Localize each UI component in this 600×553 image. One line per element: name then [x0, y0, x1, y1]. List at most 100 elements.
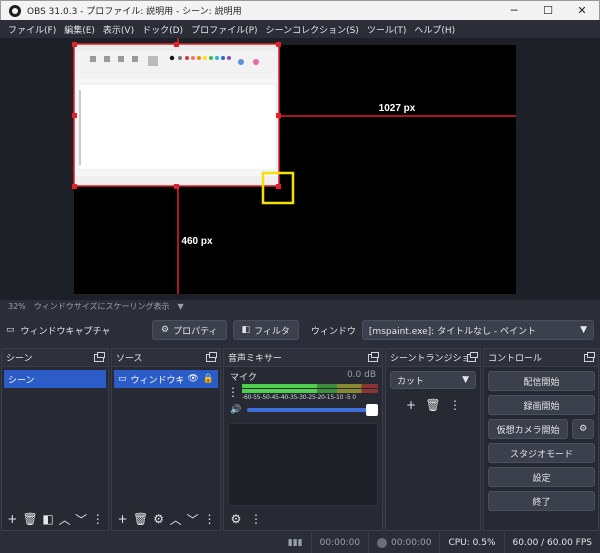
menu-docks[interactable]: ドック(D) [138, 23, 187, 36]
float-dock-icon[interactable] [368, 351, 379, 362]
filters-button[interactable]: ◧ フィルタ [232, 320, 299, 340]
record-time: 00:00:00 [391, 537, 432, 548]
stream-time: 00:00:00 [319, 537, 361, 548]
menu-help[interactable]: ヘルプ(H) [410, 23, 459, 36]
more-icon[interactable]: ⋮ [203, 511, 216, 527]
maximize-button[interactable]: ☐ [531, 1, 565, 21]
mixer-header: 音声ミキサー [224, 349, 382, 367]
channel-name: マイク [230, 373, 257, 383]
float-dock-icon[interactable] [467, 351, 478, 362]
close-button[interactable]: ✕ [565, 1, 599, 21]
scenes-dock: シーン シーン + 🗑 ◧ ︿ ﹀ ⋮ [1, 348, 109, 531]
trash-icon[interactable]: 🗑 [425, 397, 441, 413]
mixer-toolbar: ⚙ ⋮ [224, 508, 382, 530]
status-bar: ▮▮▮ 00:00:00 00:00:00 CPU: 0.5% 60.00 / … [0, 532, 600, 553]
volume-meter: -60-55-50-45-40-35-30-25-20-15-10 -5 0 [242, 384, 378, 401]
chevron-down-icon: ▼ [462, 375, 469, 385]
menu-edit[interactable]: 編集(E) [60, 23, 99, 36]
title-bar: OBS 31.0.3 - プロファイル: 説明用 - シーン: 説明用 ─ ☐ … [0, 0, 600, 20]
obs-logo-icon [9, 4, 21, 17]
chevron-down-icon[interactable]: ﹀ [75, 511, 88, 527]
audio-mixer-dock: 音声ミキサー マイク 0.0 dB ⋮ -60-55-50-45-40-35-3… [223, 348, 383, 531]
float-dock-icon[interactable] [94, 351, 105, 362]
virtual-camera-row: 仮想カメラ開始 ⚙ [488, 419, 594, 439]
window-select[interactable]: [mspaint.exe]: タイトルなし - ペイント ▼ [361, 320, 594, 340]
float-dock-icon[interactable] [206, 351, 217, 362]
volume-slider[interactable] [247, 404, 378, 416]
stream-status: 00:00:00 [310, 532, 368, 553]
controls-dock: コントロール 配信開始 録画開始 仮想カメラ開始 ⚙ スタジオモード 設定 終了 [483, 348, 599, 531]
trash-icon[interactable]: 🗑 [23, 511, 38, 527]
trash-icon[interactable]: 🗑 [133, 511, 148, 527]
chevron-down-icon[interactable]: ▼ [178, 302, 184, 311]
filter-icon: ◧ [241, 325, 251, 335]
chevron-up-icon[interactable]: ︿ [169, 511, 182, 527]
properties-button[interactable]: ⚙ プロパティ [152, 320, 227, 340]
start-streaming-button[interactable]: 配信開始 [488, 371, 595, 391]
more-icon[interactable]: ⋮ [91, 511, 104, 527]
gear-icon: ⚙ [161, 325, 170, 335]
menu-tools[interactable]: ツール(T) [363, 23, 411, 36]
scenes-header: シーン [2, 349, 108, 367]
float-dock-icon[interactable] [584, 351, 595, 362]
selected-source-name: ウィンドウキャプチャ [20, 326, 111, 337]
menu-file[interactable]: ファイル(F) [4, 23, 60, 36]
menu-profile[interactable]: プロファイル(P) [187, 23, 261, 36]
source-name: ウィンドウキャ [130, 375, 184, 386]
window-title: OBS 31.0.3 - プロファイル: 説明用 - シーン: 説明用 [27, 7, 242, 17]
window-capture-icon: ▭ [6, 325, 15, 335]
window-label: ウィンドウ [310, 326, 356, 337]
more-icon[interactable]: ⋮ [248, 511, 264, 527]
selected-source: ▭ ウィンドウキャプチャ [6, 324, 146, 337]
transition-tools: + 🗑 ⋮ [386, 393, 480, 413]
lock-icon[interactable]: 🔒 [203, 374, 214, 384]
window-capture-icon: ▭ [118, 374, 127, 384]
sources-dock: ソース ▭ ウィンドウキャ 👁 🔒 + 🗑 ⚙ ︿ ﹀ ⋮ [111, 348, 221, 531]
menu-scene-collection[interactable]: シーンコレクション(S) [262, 23, 363, 36]
minimize-button[interactable]: ─ [497, 1, 531, 21]
preview-canvas[interactable] [74, 45, 516, 294]
gear-icon: ⚙ [579, 424, 588, 434]
volume-row: 🔊 [224, 401, 382, 419]
zoom-level: 32% [8, 302, 26, 311]
record-icon [377, 537, 388, 548]
chevron-down-icon[interactable]: ﹀ [186, 511, 199, 527]
scale-mode[interactable]: ウィンドウサイズにスケーリング表示 [34, 301, 170, 312]
sources-toolbar: + 🗑 ⚙ ︿ ﹀ ⋮ [112, 508, 220, 530]
record-status: 00:00:00 [368, 532, 439, 553]
menu-bar: ファイル(F) 編集(E) 表示(V) ドック(D) プロファイル(P) シーン… [0, 20, 600, 38]
start-recording-button[interactable]: 録画開始 [488, 395, 595, 415]
scenes-toolbar: + 🗑 ◧ ︿ ﹀ ⋮ [2, 508, 108, 530]
gear-icon[interactable]: ⚙ [152, 511, 165, 527]
more-icon[interactable]: ⋮ [447, 397, 463, 413]
settings-button[interactable]: 設定 [488, 467, 595, 487]
more-icon[interactable]: ⋮ [227, 384, 239, 400]
start-virtual-camera-button[interactable]: 仮想カメラ開始 [488, 419, 569, 439]
volume-slider-knob[interactable] [366, 404, 378, 416]
source-item[interactable]: ▭ ウィンドウキャ 👁 🔒 [114, 370, 218, 388]
add-icon[interactable]: + [116, 511, 129, 527]
channel-db: 0.0 dB [346, 370, 376, 380]
menu-view[interactable]: 表示(V) [99, 23, 138, 36]
transitions-header: シーントランジション [386, 349, 480, 367]
mixer-channel: マイク 0.0 dB [224, 367, 382, 383]
eye-icon[interactable]: 👁 [187, 374, 198, 384]
transition-select[interactable]: カット ▼ [390, 371, 476, 389]
gear-icon[interactable]: ⚙ [228, 511, 244, 527]
chevron-down-icon: ▼ [580, 325, 587, 335]
meter-scale: -60-55-50-45-40-35-30-25-20-15-10 -5 0 [242, 394, 356, 401]
chevron-up-icon[interactable]: ︿ [58, 511, 71, 527]
sources-header: ソース [112, 349, 220, 367]
filter-icon[interactable]: ◧ [42, 511, 55, 527]
exit-button[interactable]: 終了 [488, 491, 595, 511]
add-icon[interactable]: + [403, 397, 419, 413]
scene-transitions-dock: シーントランジション カット ▼ + 🗑 ⋮ [385, 348, 481, 531]
add-icon[interactable]: + [6, 511, 19, 527]
preview-area[interactable] [0, 38, 600, 300]
preview-scale-bar: 32% ウィンドウサイズにスケーリング表示 ▼ [0, 300, 600, 313]
scene-item[interactable]: シーン [4, 370, 106, 388]
studio-mode-button[interactable]: スタジオモード [488, 443, 595, 463]
network-icon: ▮▮▮ [287, 537, 303, 548]
virtual-camera-settings-button[interactable]: ⚙ [572, 419, 594, 439]
speaker-icon[interactable]: 🔊 [230, 405, 241, 415]
